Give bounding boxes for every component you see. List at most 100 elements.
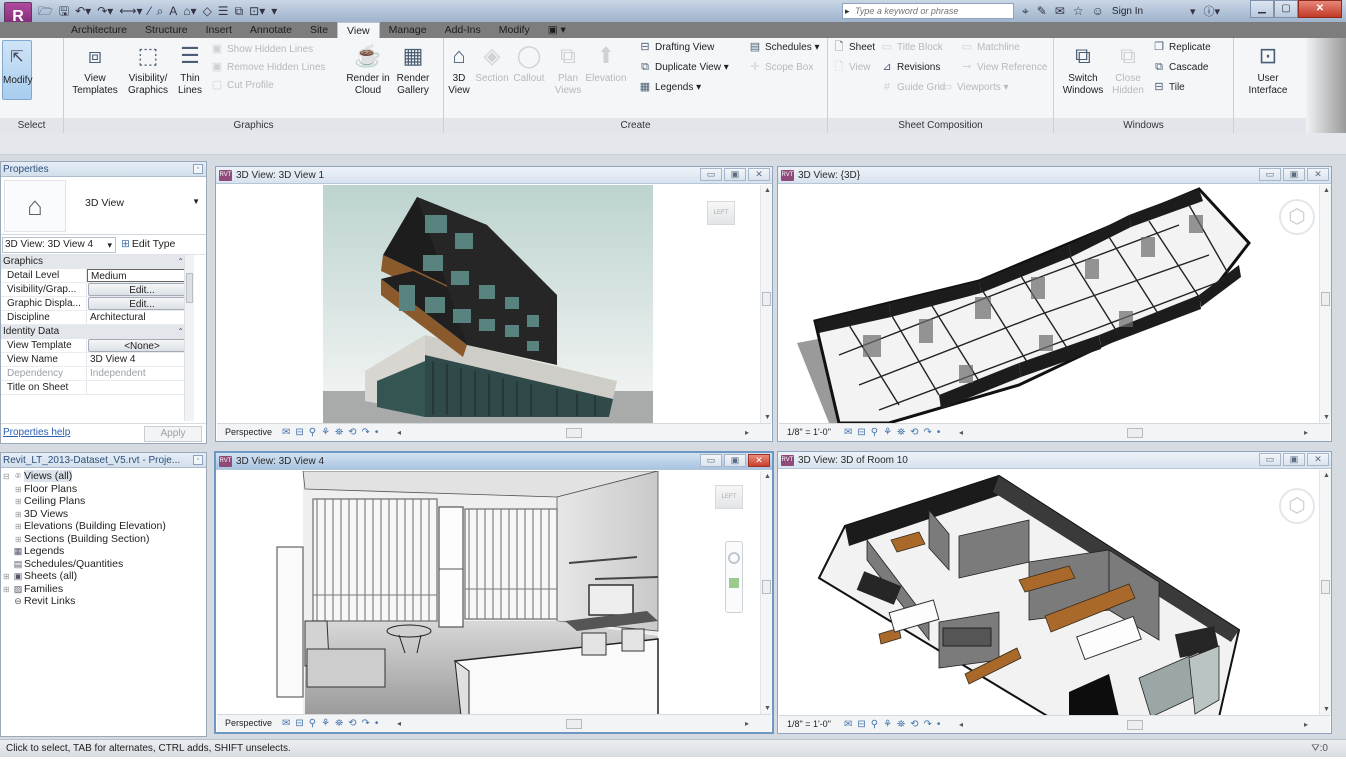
customize-icon[interactable]: ▾ xyxy=(271,3,277,19)
view-scale[interactable]: Perspective xyxy=(225,424,272,441)
instance-selector[interactable]: 3D View: 3D View 4 xyxy=(2,237,116,253)
view-button[interactable]: 🗋 View xyxy=(832,60,871,75)
remove-hidden-lines-button[interactable]: ▣ Remove Hidden Lines xyxy=(210,60,326,75)
tab-insert[interactable]: Insert xyxy=(197,22,241,38)
scope-box-button[interactable]: ✛ Scope Box xyxy=(748,60,813,75)
view-close-button[interactable]: ✕ xyxy=(748,454,770,467)
pin-icon[interactable]: ▫ xyxy=(193,164,203,174)
properties-scrollbar[interactable] xyxy=(184,255,194,421)
unlock-3d-view-icon[interactable]: ⟲ xyxy=(910,716,918,733)
search-input[interactable]: Type a keyword or phrase xyxy=(842,3,1014,19)
shadows-icon[interactable]: ⚘ xyxy=(321,715,330,732)
view-restore-button[interactable]: ▣ xyxy=(1283,453,1305,466)
measure-icon[interactable]: ⟷▾ xyxy=(119,3,142,19)
favorites-icon[interactable]: ☆ xyxy=(1073,4,1084,18)
horizontal-scrollbar[interactable]: ◂ ▸ xyxy=(959,428,1308,438)
help-icon[interactable]: ⓘ▾ xyxy=(1204,3,1221,19)
view-title-bar[interactable]: RVT 3D View: 3D of Room 10 ▭ ▣ ✕ xyxy=(778,452,1331,469)
temporary-hide-icon[interactable]: ↷ xyxy=(361,715,369,732)
binoculars-icon[interactable]: ⌖ xyxy=(1022,4,1029,19)
user-interface-button[interactable]: ⊡ User Interface xyxy=(1244,42,1292,97)
view-canvas[interactable]: LEFT xyxy=(217,471,760,714)
thin-lines-button[interactable]: ☰ Thin Lines xyxy=(176,42,204,97)
tree-item[interactable]: ⊞ Sections (Building Section) xyxy=(3,533,206,546)
cascade-button[interactable]: ⧉ Cascade xyxy=(1152,60,1208,75)
zoom-icon[interactable] xyxy=(729,578,739,588)
section-button[interactable]: ◈ Section xyxy=(474,42,510,85)
view-canvas[interactable]: ⬡ xyxy=(779,470,1319,715)
subscription-icon[interactable]: ✎ xyxy=(1037,4,1047,18)
minimize-button[interactable]: ▁ xyxy=(1250,0,1274,18)
switch-windows-button[interactable]: ⧉ Switch Windows xyxy=(1062,42,1104,97)
tile-button[interactable]: ⊟ Tile xyxy=(1152,80,1184,95)
view-cube[interactable]: ⬡ xyxy=(1279,199,1315,235)
tree-item[interactable]: ▤ Schedules/Quantities xyxy=(3,558,206,571)
tab-structure[interactable]: Structure xyxy=(136,22,197,38)
view-cube[interactable]: LEFT xyxy=(707,201,735,225)
edit-type-button[interactable]: ⊞ Edit Type xyxy=(121,238,175,250)
group-identity-data[interactable]: Identity Data ⌃ xyxy=(1,325,194,339)
detail-level-field[interactable]: Medium xyxy=(87,269,194,282)
tree-item[interactable]: ▦ Legends xyxy=(3,545,206,558)
view-restore-button[interactable]: ▣ xyxy=(724,168,746,181)
tab-view[interactable]: View xyxy=(337,22,380,38)
collapse-icon[interactable]: ⌃ xyxy=(177,325,184,339)
viewports-button[interactable]: ▭ Viewports ▾ xyxy=(940,80,1009,95)
title-on-sheet-field[interactable] xyxy=(87,381,194,394)
temporary-hide-icon[interactable]: ↷ xyxy=(923,424,931,441)
apply-button[interactable]: Apply xyxy=(144,426,202,442)
view-minimize-button[interactable]: ▭ xyxy=(700,168,722,181)
sun-path-icon[interactable]: ⚲ xyxy=(309,424,316,441)
navigation-bar[interactable] xyxy=(725,541,743,613)
view-scale[interactable]: Perspective xyxy=(225,715,272,732)
visual-style-icon[interactable]: ⊟ xyxy=(857,424,865,441)
close-hidden-button[interactable]: ⧉ Close Hidden xyxy=(1112,42,1144,97)
elevation-button[interactable]: ⬆ Elevation xyxy=(584,42,628,85)
tree-item[interactable]: ⊞ Elevations (Building Elevation) xyxy=(3,520,206,533)
view-scale[interactable]: 1/8" = 1'-0" xyxy=(787,716,831,733)
sun-path-icon[interactable]: ⚲ xyxy=(871,716,878,733)
horizontal-scrollbar[interactable]: ◂ ▸ xyxy=(959,720,1308,730)
tab-modify[interactable]: Modify xyxy=(490,22,539,38)
sun-path-icon[interactable]: ⚲ xyxy=(871,424,878,441)
view-canvas[interactable]: ⬡ xyxy=(779,185,1319,423)
view-minimize-button[interactable]: ▭ xyxy=(1259,168,1281,181)
reveal-hidden-icon[interactable]: • xyxy=(375,424,379,441)
reveal-hidden-icon[interactable]: • xyxy=(937,424,941,441)
close-button[interactable]: ✕ xyxy=(1298,0,1342,18)
view-canvas[interactable]: LEFT xyxy=(217,185,760,423)
tree-item[interactable]: ⊞ Ceiling Plans xyxy=(3,495,206,508)
steering-wheel-icon[interactable] xyxy=(728,552,740,564)
thin-lines-icon[interactable]: ☰ xyxy=(218,3,229,19)
tab-manage[interactable]: Manage xyxy=(380,22,436,38)
view-restore-button[interactable]: ▣ xyxy=(1283,168,1305,181)
view-minimize-button[interactable]: ▭ xyxy=(700,454,722,467)
discipline-field[interactable]: Architectural xyxy=(87,311,194,324)
view-scale[interactable]: 1/8" = 1'-0" xyxy=(787,424,831,441)
tab-site[interactable]: Site xyxy=(301,22,337,38)
tab-add-ins[interactable]: Add-Ins xyxy=(436,22,490,38)
ribbon-minimize-toggle[interactable]: ▣ ▾ xyxy=(539,22,575,38)
communication-icon[interactable]: ✉ xyxy=(1055,4,1065,18)
guide-grid-button[interactable]: # Guide Grid xyxy=(880,80,945,95)
view-title-bar[interactable]: RVT 3D View: {3D} ▭ ▣ ✕ xyxy=(778,167,1331,184)
shadows-icon[interactable]: ⚘ xyxy=(321,424,330,441)
unlock-3d-view-icon[interactable]: ⟲ xyxy=(348,424,356,441)
switch-windows-icon[interactable]: ⊡▾ xyxy=(249,3,265,19)
tag-icon[interactable]: ⌕ xyxy=(157,3,164,19)
group-graphics[interactable]: Graphics ⌃ xyxy=(1,255,194,269)
view-template-button[interactable]: <None> xyxy=(88,339,193,352)
vertical-scrollbar[interactable]: ▲ ▼ xyxy=(1319,470,1331,715)
tree-item[interactable]: ⊞ ▨ Families xyxy=(3,583,206,596)
view-window-3d-view-1[interactable]: RVT 3D View: 3D View 1 ▭ ▣ ✕ LEFT ▲ ▼ Pe… xyxy=(215,166,773,442)
tree-item[interactable]: ⊞ 3D Views xyxy=(3,508,206,521)
user-icon[interactable]: ☺ xyxy=(1092,4,1104,18)
save-icon[interactable]: 🖫 xyxy=(59,3,69,19)
3d-view-icon[interactable]: ⌂▾ xyxy=(183,3,196,19)
visual-style-icon[interactable]: ⊟ xyxy=(857,716,865,733)
matchline-button[interactable]: ▭ Matchline xyxy=(960,40,1020,55)
sign-in-button[interactable]: Sign In xyxy=(1112,6,1143,17)
reveal-hidden-icon[interactable]: • xyxy=(375,715,379,732)
detail-level-icon[interactable]: ✉ xyxy=(844,424,852,441)
view-restore-button[interactable]: ▣ xyxy=(724,454,746,467)
